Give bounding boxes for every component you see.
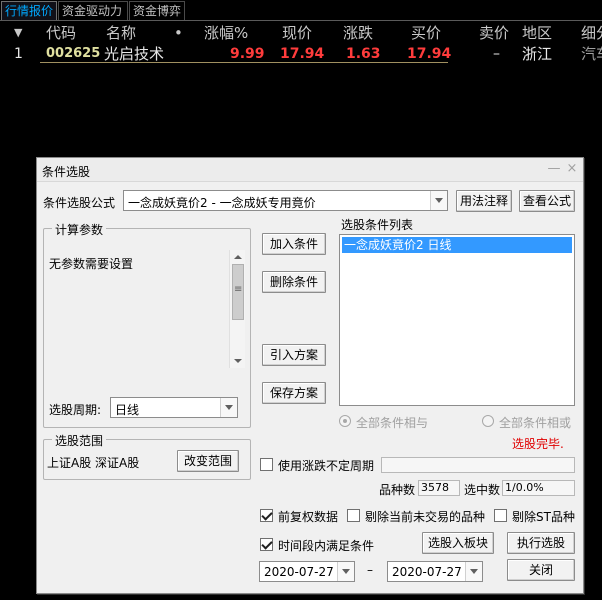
header-change-pct[interactable]: 涨幅% xyxy=(204,23,248,43)
uncertain-period-field[interactable] xyxy=(381,457,575,473)
stock-screener-dialog: 条件选股 — × 条件选股公式 一念成妖竟价2 - 一念成妖专用竟价 用法注释 … xyxy=(36,157,584,594)
range-group-title: 选股范围 xyxy=(52,432,107,449)
row-bid: 17.94 xyxy=(407,46,452,62)
tab-quotes[interactable]: 行情报价 xyxy=(1,1,57,20)
execute-screen-button[interactable]: 执行选股 xyxy=(507,532,575,554)
formula-value: 一念成妖竟价2 - 一念成妖专用竟价 xyxy=(128,196,316,210)
params-text: 无参数需要设置 xyxy=(49,257,134,271)
uncertain-period-checkbox[interactable] xyxy=(260,458,273,471)
row-sector: 汽车 xyxy=(581,45,602,63)
exclude-st-label: 剔除ST品种 xyxy=(512,510,575,524)
time-range-label: 时间段内满足条件 xyxy=(278,539,375,553)
header-dot: • xyxy=(174,24,183,42)
header-sector[interactable]: 细分 xyxy=(581,23,602,43)
row-code: 002625 xyxy=(46,46,101,61)
import-plan-button[interactable]: 引入方案 xyxy=(262,344,326,366)
date-from-picker[interactable]: 2020-07-27 xyxy=(259,561,355,582)
chevron-down-icon[interactable] xyxy=(220,398,237,417)
exclude-non-trading-label: 剔除当前未交易的品种 xyxy=(365,510,486,524)
header-code[interactable]: 代码 xyxy=(46,23,76,43)
usage-notes-button[interactable]: 用法注释 xyxy=(456,190,512,212)
exclude-st-checkbox[interactable] xyxy=(494,509,507,522)
chevron-down-icon[interactable] xyxy=(337,562,354,581)
period-label: 选股周期: xyxy=(49,403,102,417)
stock-count-value: 3578 xyxy=(418,480,460,496)
list-item[interactable]: 一念成妖竟价2 日线 xyxy=(342,237,572,253)
add-condition-button[interactable]: 加入条件 xyxy=(262,233,326,255)
market-tab-bar: 行情报价 资金驱动力 资金博弈 xyxy=(0,0,602,21)
radio-and-label: 全部条件相与 xyxy=(356,416,429,430)
conditions-list[interactable]: 一念成妖竟价2 日线 xyxy=(339,234,575,406)
close-icon[interactable]: × xyxy=(563,160,581,178)
select-to-block-button[interactable]: 选股入板块 xyxy=(422,532,494,554)
change-range-button[interactable]: 改变范围 xyxy=(177,450,239,472)
view-formula-button[interactable]: 查看公式 xyxy=(519,190,575,212)
header-bid[interactable]: 买价 xyxy=(411,23,441,43)
chevron-down-icon[interactable] xyxy=(430,191,447,210)
scroll-thumb[interactable] xyxy=(232,264,244,320)
uncertain-period-label: 使用涨跌不定周期 xyxy=(278,459,375,473)
close-button[interactable]: 关闭 xyxy=(507,559,575,581)
formula-select[interactable]: 一念成妖竟价2 - 一念成妖专用竟价 xyxy=(123,190,448,211)
period-select[interactable]: 日线 xyxy=(110,397,238,418)
scroll-up-icon[interactable] xyxy=(234,255,242,259)
selected-count-value: 1/0.0% xyxy=(502,480,575,496)
radio-or[interactable] xyxy=(482,415,494,427)
row-index: 1 xyxy=(14,46,23,62)
row-change-pct: 9.99 xyxy=(230,46,265,62)
chevron-down-icon[interactable] xyxy=(465,562,482,581)
tab-capital-drive[interactable]: 资金驱动力 xyxy=(58,1,128,20)
minimize-icon[interactable]: — xyxy=(545,160,563,178)
save-plan-button[interactable]: 保存方案 xyxy=(262,382,326,404)
status-text: 选股完毕. xyxy=(512,437,564,451)
date-separator: – xyxy=(367,563,373,577)
row-ask: – xyxy=(493,46,500,62)
range-text: 上证A股 深证A股 xyxy=(47,456,140,470)
header-price[interactable]: 现价 xyxy=(282,23,312,43)
row-price: 17.94 xyxy=(280,46,325,62)
row-change: 1.63 xyxy=(346,46,381,62)
params-group-title: 计算参数 xyxy=(52,221,107,238)
radio-or-label: 全部条件相或 xyxy=(499,416,572,430)
dialog-titlebar[interactable]: 条件选股 — × xyxy=(37,158,583,182)
header-region[interactable]: 地区 xyxy=(522,23,552,43)
row-underline xyxy=(40,62,448,63)
row-name: 光启技术 xyxy=(104,45,165,63)
pre-adjusted-checkbox[interactable] xyxy=(260,509,273,522)
date-from-value: 2020-07-27 xyxy=(264,565,334,579)
delete-condition-button[interactable]: 删除条件 xyxy=(262,271,326,293)
dialog-title: 条件选股 xyxy=(42,165,91,179)
selected-count-label: 选中数 xyxy=(464,483,501,497)
exclude-non-trading-checkbox[interactable] xyxy=(347,509,360,522)
conditions-list-label: 选股条件列表 xyxy=(341,218,414,232)
period-value: 日线 xyxy=(115,403,140,417)
tab-capital-game[interactable]: 资金博弈 xyxy=(129,1,185,20)
scroll-down-icon[interactable] xyxy=(234,359,242,363)
date-to-picker[interactable]: 2020-07-27 xyxy=(387,561,483,582)
date-to-value: 2020-07-27 xyxy=(392,565,462,579)
pre-adjusted-label: 前复权数据 xyxy=(278,510,339,524)
time-range-checkbox[interactable] xyxy=(260,538,273,551)
header-ask[interactable]: 卖价 xyxy=(479,23,509,43)
stock-count-label: 品种数 xyxy=(379,483,416,497)
params-scrollbar[interactable] xyxy=(229,250,245,368)
header-change[interactable]: 涨跌 xyxy=(343,23,373,43)
header-name[interactable]: 名称 xyxy=(106,23,136,43)
quote-table: ▼ 代码 名称 • 涨幅% 现价 涨跌 买价 卖价 地区 细分 1 002625… xyxy=(0,21,602,63)
row-region: 浙江 xyxy=(522,45,553,63)
sort-arrow-icon[interactable]: ▼ xyxy=(14,23,22,43)
formula-label: 条件选股公式 xyxy=(43,196,116,210)
radio-and[interactable] xyxy=(339,415,351,427)
